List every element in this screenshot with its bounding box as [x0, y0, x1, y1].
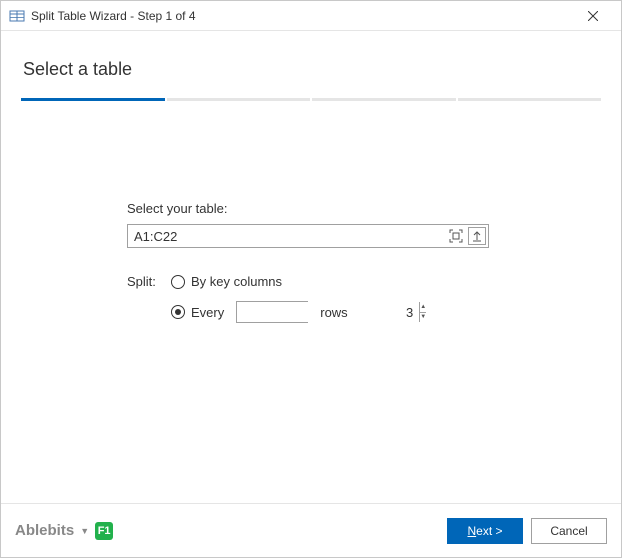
cancel-button[interactable]: Cancel: [531, 518, 607, 544]
progress-step-4: [458, 98, 602, 101]
brand-text: Ablebits: [15, 522, 74, 539]
form-area: Select your table:: [21, 141, 601, 335]
range-input-group: [127, 224, 489, 248]
radio-icon: [171, 275, 185, 289]
close-icon: [588, 11, 598, 21]
window-title: Split Table Wizard - Step 1 of 4: [31, 9, 573, 23]
content-area: Select a table Select your table:: [1, 31, 621, 503]
spinner-up-button[interactable]: ▲: [420, 302, 426, 313]
footer: Ablebits ▼ F1 Next > Cancel: [1, 503, 621, 557]
wizard-window: Split Table Wizard - Step 1 of 4 Select …: [0, 0, 622, 558]
split-label: Split:: [127, 274, 163, 289]
spinner-buttons: ▲ ▼: [419, 302, 426, 322]
radio-every[interactable]: Every: [171, 305, 224, 320]
radio-label: Every: [191, 305, 224, 320]
titlebar: Split Table Wizard - Step 1 of 4: [1, 1, 621, 31]
chevron-down-icon: ▼: [80, 526, 89, 536]
expand-range-button[interactable]: [468, 227, 486, 245]
spinner-down-button[interactable]: ▼: [420, 313, 426, 323]
select-table-label: Select your table:: [127, 201, 601, 216]
split-row-every: Every ▲ ▼ rows: [127, 301, 601, 323]
select-range-icon: [449, 229, 463, 243]
rows-suffix: rows: [320, 305, 347, 320]
close-button[interactable]: [573, 2, 613, 30]
next-button[interactable]: Next >: [447, 518, 523, 544]
progress-step-2: [167, 98, 311, 101]
radio-label: By key columns: [191, 274, 282, 289]
progress-bar: [21, 98, 601, 101]
app-icon: [9, 8, 25, 24]
page-heading: Select a table: [23, 59, 601, 80]
brand-dropdown[interactable]: Ablebits ▼: [15, 522, 89, 539]
rows-spinner: ▲ ▼: [236, 301, 308, 323]
expand-icon: [471, 230, 483, 242]
progress-step-3: [312, 98, 456, 101]
radio-by-key-columns[interactable]: By key columns: [171, 274, 282, 289]
select-range-button[interactable]: [446, 226, 466, 246]
split-row-key-columns: Split: By key columns: [127, 274, 601, 289]
progress-step-1: [21, 98, 165, 101]
split-section: Split: By key columns Every: [127, 274, 601, 323]
radio-icon: [171, 305, 185, 319]
help-button[interactable]: F1: [95, 522, 113, 540]
range-input[interactable]: [128, 225, 445, 247]
